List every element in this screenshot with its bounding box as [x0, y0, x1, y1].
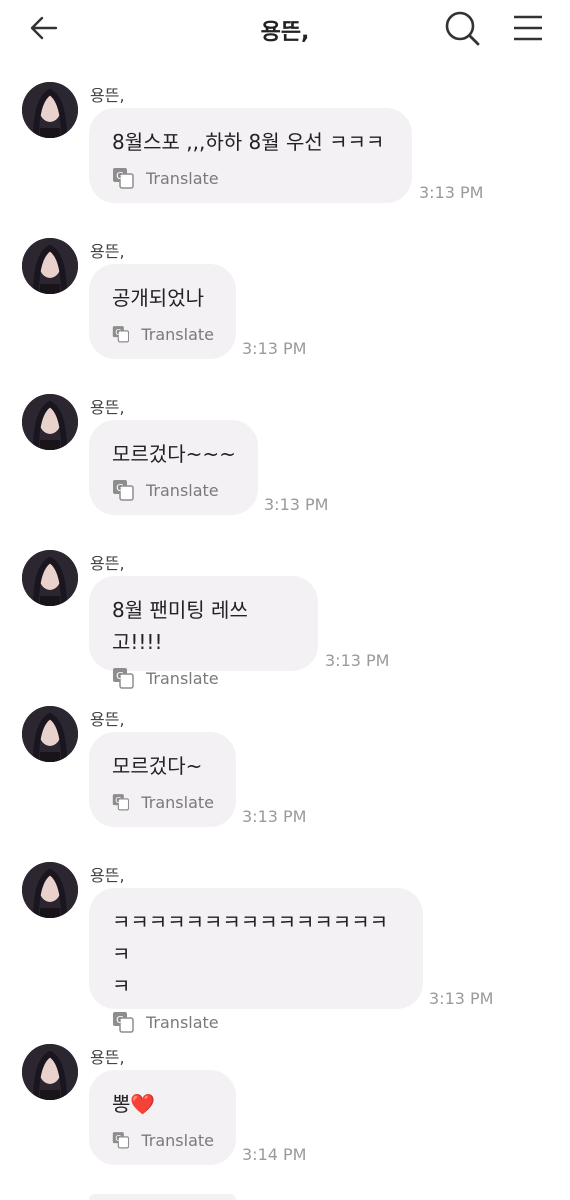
hamburger-menu-icon[interactable] [510, 11, 546, 47]
translate-button[interactable]: G Translate [112, 790, 214, 814]
translate-icon: G [112, 794, 130, 811]
sender-name: 용뜬, [90, 866, 125, 885]
chat-title: 용뜬, [260, 20, 310, 45]
sender-name: 용뜬, [90, 554, 125, 573]
translate-button[interactable]: G Translate [112, 478, 236, 502]
svg-text:G: G [115, 796, 121, 805]
translate-label: Translate [146, 1012, 219, 1032]
message-time: 3:13 PM [242, 807, 307, 826]
svg-text:G: G [116, 1015, 124, 1026]
message-bubble[interactable]: 모르겄다~ G Translate [89, 732, 236, 827]
message-text: 8월 팬미팅 레쓰고!!!! [112, 598, 248, 654]
translate-button[interactable]: G Translate [112, 666, 296, 690]
chat-header: 용뜬, [0, 0, 570, 58]
message-time: 3:13 PM [325, 651, 390, 670]
avatar[interactable] [22, 550, 78, 606]
translate-label: Translate [146, 480, 219, 500]
avatar[interactable] [22, 1044, 78, 1100]
message-bubble[interactable]: ㅋㅋㅋㅋㅋㅋㅋㅋㅋㅋㅋㅋㅋㅋㅋㅋ ㅋ G Translate [89, 888, 423, 1033]
message-bubble-partial[interactable] [89, 1194, 236, 1200]
svg-text:G: G [116, 671, 124, 682]
svg-text:G: G [115, 1134, 121, 1143]
translate-icon: G [113, 1012, 134, 1033]
message-bubble[interactable]: 8월 팬미팅 레쓰고!!!! G Translate [89, 576, 318, 689]
message-time: 3:14 PM [242, 1145, 307, 1164]
sender-name: 용뜬, [90, 1048, 125, 1067]
translate-label: Translate [141, 1130, 214, 1150]
message-time: 3:13 PM [242, 339, 307, 358]
avatar[interactable] [22, 82, 78, 138]
translate-button[interactable]: G Translate [112, 1128, 214, 1152]
search-icon[interactable] [443, 9, 481, 47]
translate-icon: G [113, 480, 134, 501]
message-text: 모르겄다~~~ [112, 442, 236, 466]
message-bubble[interactable]: 공개되었나 G Translate [89, 264, 236, 359]
message-bubble[interactable]: 8월스포 ,,,하하 8월 우선 ㅋㅋㅋ G Translate [89, 108, 412, 203]
message-time: 3:13 PM [429, 989, 494, 1008]
message-text: 뽕❤️ [112, 1092, 156, 1116]
translate-button[interactable]: G Translate [112, 322, 214, 346]
avatar[interactable] [22, 706, 78, 762]
message-bubble[interactable]: 모르겄다~~~ G Translate [89, 420, 258, 515]
translate-button[interactable]: G Translate [112, 1010, 401, 1034]
message-text: ㅋㅋㅋㅋㅋㅋㅋㅋㅋㅋㅋㅋㅋㅋㅋㅋ ㅋ [112, 910, 388, 998]
translate-icon: G [112, 326, 130, 343]
svg-text:G: G [116, 171, 124, 182]
message-bubble[interactable]: 뽕❤️ G Translate [89, 1070, 236, 1165]
sender-name: 용뜬, [90, 710, 125, 729]
translate-label: Translate [146, 668, 219, 688]
translate-label: Translate [141, 324, 214, 344]
svg-text:G: G [115, 328, 121, 337]
sender-name: 용뜬, [90, 242, 125, 261]
message-text: 8월스포 ,,,하하 8월 우선 ㅋㅋㅋ [112, 130, 385, 154]
avatar[interactable] [22, 862, 78, 918]
translate-icon: G [112, 1132, 130, 1149]
translate-button[interactable]: G Translate [112, 166, 390, 190]
svg-text:G: G [116, 483, 124, 494]
translate-icon: G [113, 668, 134, 689]
avatar[interactable] [22, 394, 78, 450]
message-time: 3:13 PM [419, 183, 484, 202]
translate-label: Translate [146, 168, 219, 188]
message-text: 공개되었나 [112, 286, 204, 310]
sender-name: 용뜬, [90, 398, 125, 417]
translate-label: Translate [141, 792, 214, 812]
avatar[interactable] [22, 238, 78, 294]
message-text: 모르겄다~ [112, 754, 203, 778]
translate-icon: G [113, 168, 134, 189]
message-time: 3:13 PM [264, 495, 329, 514]
sender-name: 용뜬, [90, 86, 125, 105]
